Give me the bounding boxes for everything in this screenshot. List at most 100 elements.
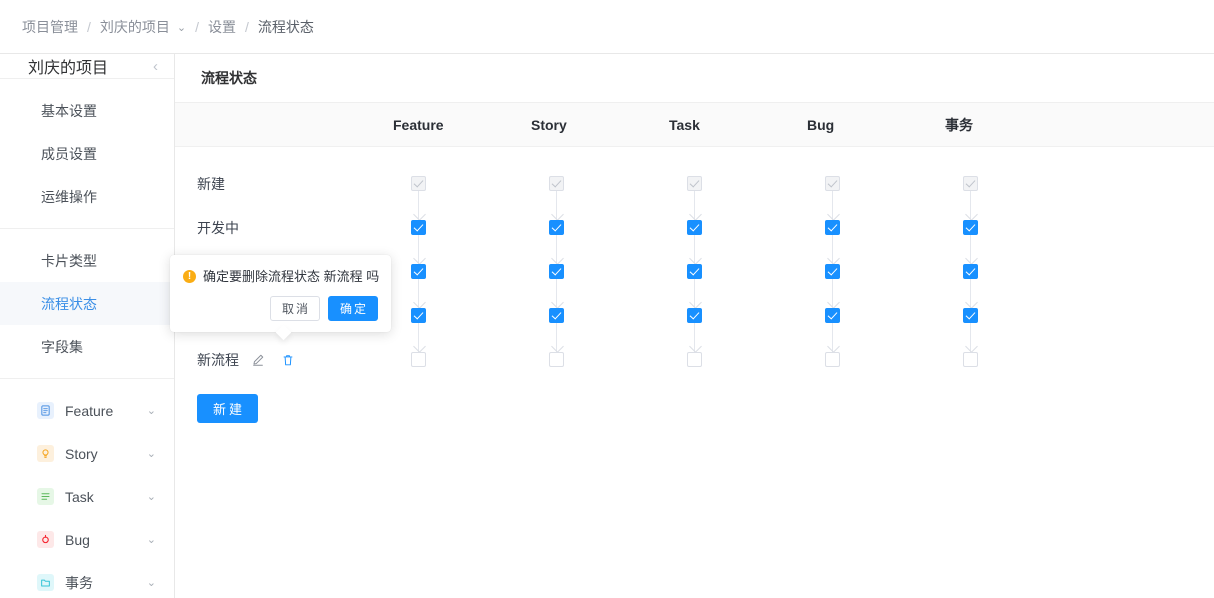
cell-affair	[945, 338, 1083, 382]
sidebar-item-bug[interactable]: Bug ⌄	[0, 518, 174, 561]
cell-bug	[807, 206, 945, 250]
new-status-button[interactable]: 新建	[197, 394, 258, 423]
checkbox-test-affair[interactable]	[963, 264, 978, 279]
checkbox-dev-feature[interactable]	[411, 220, 426, 235]
sidebar-item-label: Task	[65, 489, 94, 505]
story-bulb-icon	[37, 445, 54, 462]
checkbox-new-affair[interactable]	[963, 176, 978, 191]
checkbox-done-story[interactable]	[549, 308, 564, 323]
chevron-down-icon[interactable]: ⌄	[147, 404, 156, 417]
cell-story	[531, 162, 669, 206]
sidebar-item-basic-settings[interactable]: 基本设置	[0, 89, 174, 132]
chevron-down-icon[interactable]: ⌄	[147, 447, 156, 460]
workflow-status-table: Feature Story Task Bug 事务 新建 开发	[175, 103, 1214, 598]
delete-row-icon[interactable]	[281, 353, 295, 367]
checkbox-test-task[interactable]	[687, 264, 702, 279]
checkbox-dev-affair[interactable]	[963, 220, 978, 235]
sidebar-item-field-set[interactable]: 字段集	[0, 325, 174, 368]
confirm-button[interactable]: 确定	[328, 296, 378, 321]
page-title: 流程状态	[201, 68, 257, 88]
checkbox-dev-task[interactable]	[687, 220, 702, 235]
table-header-story: Story	[531, 117, 669, 133]
cell-affair	[945, 250, 1083, 294]
row-label-cell: 新建	[175, 174, 393, 194]
breadcrumb: 项目管理 / 刘庆的项目⌄ / 设置 / 流程状态	[0, 0, 1214, 54]
table-row: 新流程	[175, 338, 1214, 382]
table-header-bug: Bug	[807, 117, 945, 133]
checkbox-new-feature[interactable]	[411, 176, 426, 191]
cell-task	[669, 294, 807, 338]
checkbox-dev-story[interactable]	[549, 220, 564, 235]
sidebar-item-task[interactable]: Task ⌄	[0, 475, 174, 518]
cell-task	[669, 250, 807, 294]
checkbox-new-task[interactable]	[687, 176, 702, 191]
cell-task	[669, 162, 807, 206]
cell-feature	[393, 294, 531, 338]
checkbox-done-affair[interactable]	[963, 308, 978, 323]
checkbox-newflow-bug[interactable]	[825, 352, 840, 367]
cancel-button[interactable]: 取消	[270, 296, 320, 321]
breadcrumb-item-1-label: 刘庆的项目	[100, 19, 170, 35]
checkbox-newflow-affair[interactable]	[963, 352, 978, 367]
confirm-actions: 取消 确定	[183, 296, 378, 321]
checkbox-newflow-feature[interactable]	[411, 352, 426, 367]
content-area: 流程状态 Feature Story Task Bug 事务 新建	[175, 54, 1214, 598]
feature-doc-icon	[37, 402, 54, 419]
checkbox-test-feature[interactable]	[411, 264, 426, 279]
sidebar-item-workflow-status[interactable]: 流程状态	[0, 282, 174, 325]
table-row: 新建	[175, 162, 1214, 206]
cell-affair	[945, 206, 1083, 250]
sidebar-item-label: 事务	[65, 573, 93, 593]
chevron-down-icon[interactable]: ⌄	[147, 576, 156, 589]
checkbox-test-bug[interactable]	[825, 264, 840, 279]
breadcrumb-item-0[interactable]: 项目管理	[22, 17, 78, 37]
checkbox-new-bug[interactable]	[825, 176, 840, 191]
checkbox-done-bug[interactable]	[825, 308, 840, 323]
cell-story	[531, 250, 669, 294]
sidebar-item-feature[interactable]: Feature ⌄	[0, 389, 174, 432]
cell-bug	[807, 338, 945, 382]
cell-bug	[807, 162, 945, 206]
row-label: 开发中	[197, 218, 239, 238]
checkbox-newflow-task[interactable]	[687, 352, 702, 367]
sidebar-item-member-settings[interactable]: 成员设置	[0, 132, 174, 175]
breadcrumb-separator: /	[245, 19, 249, 35]
breadcrumb-separator: /	[87, 19, 91, 35]
warning-icon: !	[183, 270, 196, 283]
cell-story	[531, 294, 669, 338]
checkbox-dev-bug[interactable]	[825, 220, 840, 235]
sidebar-item-story[interactable]: Story ⌄	[0, 432, 174, 475]
confirm-message-row: ! 确定要删除流程状态 新流程 吗	[183, 268, 378, 285]
cell-story	[531, 338, 669, 382]
checkbox-newflow-story[interactable]	[549, 352, 564, 367]
cell-bug	[807, 294, 945, 338]
chevron-down-icon[interactable]: ⌄	[147, 533, 156, 546]
bug-circle-icon	[37, 531, 54, 548]
cell-feature	[393, 250, 531, 294]
sidebar-item-label: Bug	[65, 532, 90, 548]
task-list-icon	[37, 488, 54, 505]
checkbox-done-feature[interactable]	[411, 308, 426, 323]
sidebar-header: 刘庆的项目 ‹	[0, 54, 174, 79]
delete-confirm-popover: ! 确定要删除流程状态 新流程 吗 取消 确定	[170, 255, 391, 332]
breadcrumb-item-3[interactable]: 流程状态	[258, 17, 314, 37]
checkbox-done-task[interactable]	[687, 308, 702, 323]
checkbox-test-story[interactable]	[549, 264, 564, 279]
sidebar-item-card-type[interactable]: 卡片类型	[0, 239, 174, 282]
collapse-sidebar-icon[interactable]: ‹	[153, 59, 158, 74]
table-header-feature: Feature	[393, 117, 531, 133]
checkbox-new-story[interactable]	[549, 176, 564, 191]
row-label-cell: 开发中	[175, 218, 393, 238]
cell-task	[669, 206, 807, 250]
cell-feature	[393, 162, 531, 206]
sidebar-item-ops-actions[interactable]: 运维操作	[0, 175, 174, 218]
sidebar-item-label: Story	[65, 446, 98, 462]
breadcrumb-item-1[interactable]: 刘庆的项目 ⌄	[100, 17, 186, 37]
new-status-bar: 新建	[175, 382, 1214, 423]
breadcrumb-item-2[interactable]: 设置	[208, 17, 236, 37]
chevron-down-icon[interactable]: ⌄	[147, 490, 156, 503]
sidebar-group-card-types: Feature ⌄ Story ⌄ Task ⌄	[0, 378, 174, 598]
edit-row-icon[interactable]	[251, 353, 265, 367]
sidebar-item-affair[interactable]: 事务 ⌄	[0, 561, 174, 598]
chevron-down-icon[interactable]: ⌄	[177, 21, 186, 34]
